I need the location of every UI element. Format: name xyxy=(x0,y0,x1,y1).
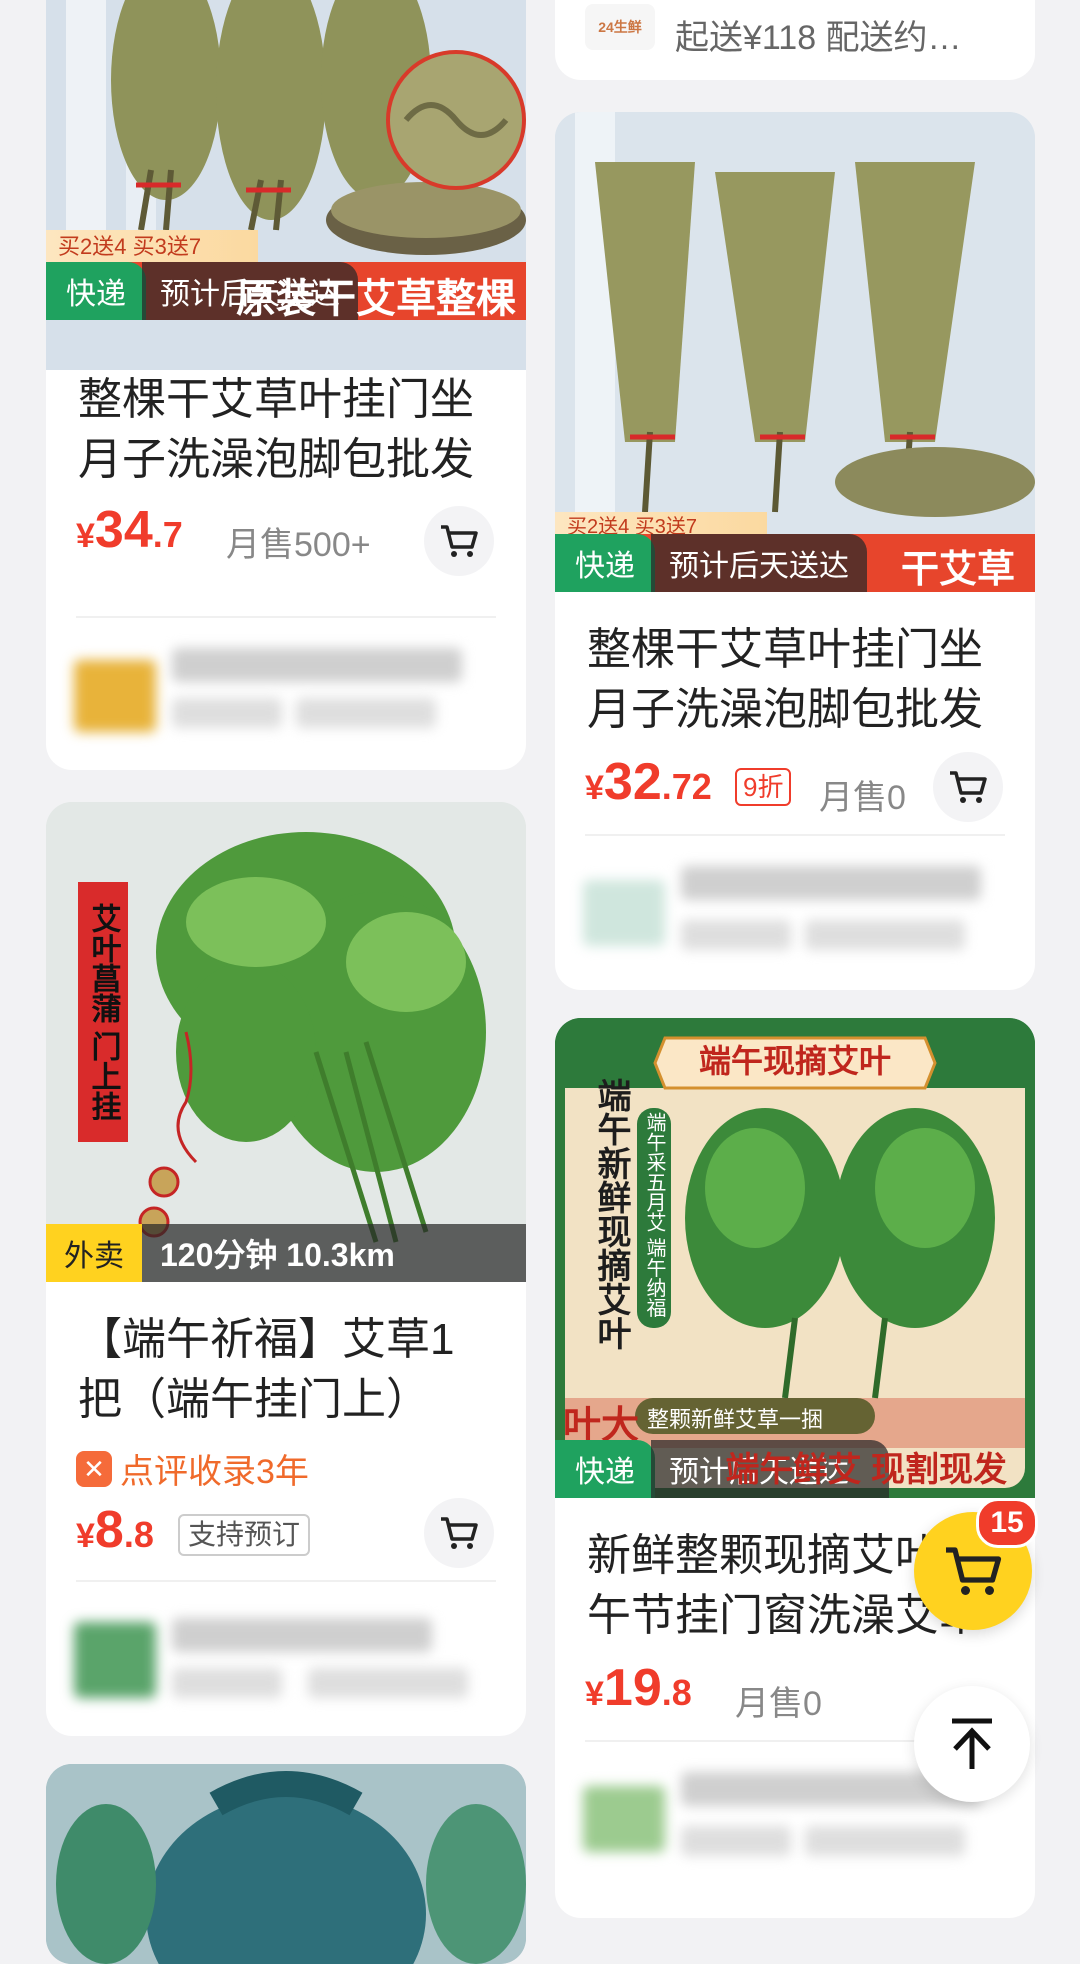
product-image[interactable] xyxy=(46,1764,526,1964)
review-badge: ✕ 点评收录3年 xyxy=(76,1444,309,1493)
product-title[interactable]: 整棵干艾草叶挂门坐月子洗澡泡脚包批发 xyxy=(587,620,1007,740)
banner-top: 端午现摘艾叶 xyxy=(698,1043,891,1079)
store-avatar xyxy=(583,1786,665,1852)
cart-count-badge: 15 xyxy=(976,1498,1038,1548)
promo-strip: 买2送4 买3送7 xyxy=(46,230,258,264)
delivery-type-tag: 外卖 xyxy=(46,1224,142,1282)
store-logo: 24生鲜 xyxy=(585,4,655,50)
image-overlay-slogan: 端午鲜艾 现割现发 xyxy=(725,1451,1007,1489)
store-delivery-info: 起送¥118 配送约… xyxy=(675,19,962,57)
image-overlay-slogan: 干艾草 xyxy=(900,549,1015,591)
store-card-top[interactable]: 24生鲜 起送¥118 配送约… xyxy=(555,0,1035,80)
product-card-partial[interactable] xyxy=(46,1764,526,1964)
product-price: ¥19.8 xyxy=(585,1659,692,1717)
banner-vertical-title: 端午新鲜现摘艾叶 xyxy=(592,1078,630,1350)
monthly-sales: 月售0 xyxy=(819,779,906,817)
banner-bottom: 整颗新鲜艾草一捆 xyxy=(647,1407,824,1432)
add-to-cart-button[interactable] xyxy=(424,506,494,576)
cart-icon xyxy=(441,1517,478,1549)
product-image[interactable]: 买2送4 买3送7 干艾草 快递 预计后天送达 xyxy=(555,112,1035,592)
product-title[interactable]: 【端午祈福】艾草1把（端午挂门上） xyxy=(78,1310,498,1430)
product-card-dry-mugwort-2[interactable]: 买2送4 买3送7 干艾草 快递 预计后天送达 整棵干艾草叶挂门坐月子洗澡泡脚包… xyxy=(555,112,1035,990)
delivery-type-tag: 快递 xyxy=(46,262,146,320)
product-image[interactable]: 艾叶菖蒲 门上挂 外卖 120分钟 10.3km xyxy=(46,802,526,1282)
back-to-top-button[interactable] xyxy=(914,1686,1030,1802)
delivery-type-tag: 快递 xyxy=(555,1440,655,1498)
store-name xyxy=(172,1618,432,1652)
product-image[interactable]: 端午现摘艾叶 端午新鲜现摘艾叶 端午采五月艾 端午纳福 叶大 整颗新鲜艾草一捆 … xyxy=(555,1018,1035,1498)
product-card-fresh-mugwort-takeaway[interactable]: 艾叶菖蒲 门上挂 外卖 120分钟 10.3km 【端午祈福】艾草1把（端午挂门… xyxy=(46,802,526,1736)
delivery-type-tag: 快递 xyxy=(555,534,655,592)
delivery-estimate: 预计后天送达 xyxy=(651,534,867,592)
divider xyxy=(76,1580,496,1582)
divider xyxy=(585,834,1005,836)
product-price: ¥34.7 xyxy=(76,501,183,559)
store-name xyxy=(172,648,462,682)
store-avatar xyxy=(583,880,665,946)
product-price: ¥8.8 xyxy=(76,1501,154,1559)
divider xyxy=(76,616,496,618)
store-name xyxy=(681,866,981,900)
product-image[interactable]: 买2送4 买3送7 原装干艾草整棵 快递 预计后天送达 xyxy=(46,0,526,370)
delivery-estimate: 120分钟 10.3km xyxy=(160,1237,395,1273)
delivery-ribbon: 外卖 120分钟 10.3km xyxy=(46,1224,526,1282)
cart-icon xyxy=(441,525,478,557)
cart-icon xyxy=(950,771,987,803)
monthly-sales: 月售0 xyxy=(735,1685,822,1723)
product-card-dry-mugwort-1[interactable]: 买2送4 买3送7 原装干艾草整棵 快递 预计后天送达 整棵干艾草叶挂门坐月子洗… xyxy=(46,0,526,770)
product-price: ¥32.72 xyxy=(585,753,712,811)
store-avatar xyxy=(74,1622,156,1698)
dianping-icon: ✕ xyxy=(76,1450,112,1487)
floating-cart-button[interactable]: 15 xyxy=(914,1498,1038,1630)
discount-badge: 9折 xyxy=(735,768,792,806)
add-to-cart-button[interactable] xyxy=(424,1498,494,1568)
image-overlay-slogan: 原装干艾草整棵 xyxy=(236,277,516,321)
add-to-cart-button[interactable] xyxy=(933,752,1003,822)
store-avatar xyxy=(74,660,156,732)
banner-vertical-subtitle: 端午采五月艾 端午纳福 xyxy=(643,1112,665,1318)
side-banner: 艾叶菖蒲 门上挂 xyxy=(86,902,120,1122)
monthly-sales: 月售500+ xyxy=(226,526,371,564)
cart-icon xyxy=(946,1547,1002,1595)
preorder-badge: 支持预订 xyxy=(178,1514,311,1556)
product-title[interactable]: 整棵干艾草叶挂门坐月子洗澡泡脚包批发 xyxy=(78,370,498,490)
arrow-up-to-top-icon xyxy=(952,1718,992,1769)
